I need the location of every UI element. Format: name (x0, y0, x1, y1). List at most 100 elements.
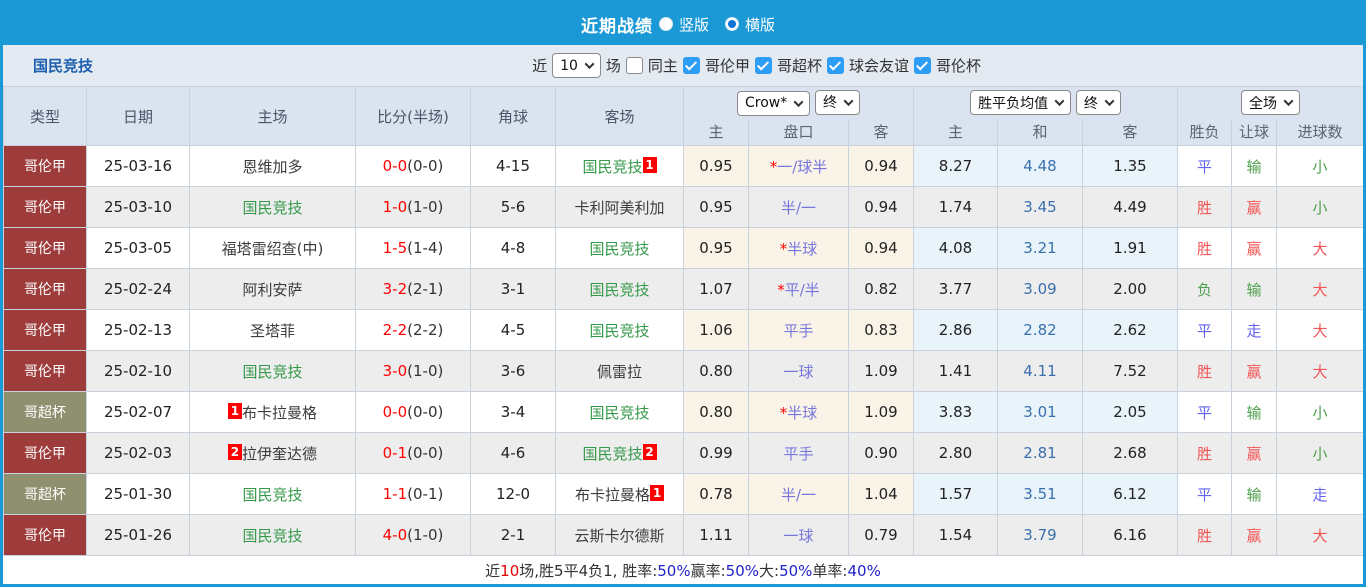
avg-draw: 2.81 (997, 432, 1083, 474)
league-checkbox-3[interactable] (913, 57, 931, 74)
same-home-checkbox[interactable] (625, 57, 643, 74)
result-scope-select[interactable]: 全场 (1241, 90, 1300, 116)
result-handicap: 赢 (1231, 350, 1277, 392)
fulltime-score: 3-2 (382, 280, 408, 298)
league-label-3: 哥伦杯 (935, 57, 981, 75)
sub-header-avg-draw: 和 (997, 118, 1083, 146)
summary-line: 近 10 场,胜5平4负1, 胜率: 50% 赢率: 50% 大: 50% 单率: 40% (3, 556, 1363, 584)
handicap-line: 半球 (787, 239, 818, 258)
table-row: 哥超杯 25-01-30 国民竞技 1-1(0-1) 12-0 布卡拉曼格 1 0… (3, 473, 1363, 515)
odds-home: 1.07 (683, 268, 749, 310)
away-team: 国民竞技 2 (555, 432, 684, 474)
league-badge: 哥伦甲 (3, 145, 87, 187)
star-mark: * (777, 280, 785, 299)
col-header-corner: 角球 (470, 86, 556, 146)
away-team-name: 云斯卡尔德斯 (574, 526, 665, 545)
halftime-score: (0-0) (407, 157, 444, 175)
summary-segment: 场,胜5平4负1, 胜率: (519, 562, 658, 580)
away-team: 国民竞技 1 (555, 145, 684, 187)
chevron-down-icon (584, 59, 595, 70)
match-date: 25-02-10 (86, 350, 190, 392)
table-row: 哥伦甲 25-02-03 2 拉伊奎达德 0-1(0-0) 4-6 国民竞技 2 0… (3, 432, 1363, 474)
rank-badge: 1 (227, 402, 242, 419)
avg-draw: 3.45 (997, 186, 1083, 228)
result-goals: 小 (1276, 186, 1363, 228)
away-team-name: 佩雷拉 (596, 362, 642, 381)
away-team: 佩雷拉 (555, 350, 684, 392)
league-badge: 哥超杯 (3, 473, 87, 515)
odds-home: 1.06 (683, 309, 749, 351)
col-header-home: 主场 (189, 86, 356, 146)
odds-time-select[interactable]: 终 (815, 89, 861, 115)
league-checkbox-0[interactable] (682, 57, 700, 74)
avg-away: 6.12 (1082, 473, 1178, 515)
result-scope-group: 全场 (1177, 86, 1363, 119)
league-label-2: 球会友谊 (848, 57, 909, 75)
chevron-down-icon (843, 95, 854, 106)
match-count-select[interactable]: 10 (552, 53, 601, 78)
away-team-name: 国民竞技 (589, 239, 650, 258)
odds-away: 0.79 (848, 514, 914, 556)
avg-draw: 3.01 (997, 391, 1083, 433)
summary-segment: 大: (759, 562, 780, 580)
corner-count: 3-4 (470, 391, 556, 433)
away-team-name: 国民竞技 (589, 280, 650, 299)
away-team-name: 国民竞技 (582, 444, 643, 463)
avg-source-select[interactable]: 胜平负均值 (970, 90, 1072, 116)
corner-count: 3-6 (470, 350, 556, 392)
rank-badge: 2 (642, 443, 657, 460)
table-row: 哥伦甲 25-02-10 国民竞技 3-0(1-0) 3-6 佩雷拉 0.80 … (3, 350, 1363, 392)
odds-home: 0.95 (683, 227, 749, 269)
halftime-score: (1-0) (407, 198, 444, 216)
sub-header-avg-away: 客 (1082, 118, 1178, 146)
layout-radio-vertical-label[interactable]: 竖版 (679, 14, 709, 35)
odds-away: 0.82 (848, 268, 914, 310)
results-table: 类型 日期 主场 比分(半场) 角球 客场 Crow* 终 胜平负均值 终 全场 (3, 86, 1363, 556)
handicap-cell: 平手 (748, 432, 849, 474)
handicap-cell: 一球 (748, 350, 849, 392)
handicap-line: 一球 (783, 362, 814, 381)
away-team: 卡利阿美利加 (555, 186, 684, 228)
avg-away: 2.62 (1082, 309, 1178, 351)
handicap-line: 半/一 (780, 198, 817, 217)
layout-radio-horizontal-label[interactable]: 横版 (745, 14, 775, 35)
avg-away: 4.49 (1082, 186, 1178, 228)
table-row: 哥超杯 25-02-07 1 布卡拉曼格 0-0(0-0) 3-4 国民竞技 0.… (3, 391, 1363, 433)
league-badge: 哥伦甲 (3, 309, 87, 351)
summary-segment: 单率: (812, 562, 848, 580)
avg-home: 2.86 (913, 309, 998, 351)
away-team-name: 国民竞技 (589, 403, 650, 422)
result-wdl: 负 (1177, 268, 1232, 310)
avg-away: 6.16 (1082, 514, 1178, 556)
result-wdl: 胜 (1177, 186, 1232, 228)
result-goals: 走 (1276, 473, 1363, 515)
table-row: 哥伦甲 25-02-13 圣塔菲 2-2(2-2) 4-5 国民竞技 1.06 … (3, 309, 1363, 351)
table-row: 哥伦甲 25-03-05 福塔雷绍查(中) 1-5(1-4) 4-8 国民竞技 … (3, 227, 1363, 269)
corner-count: 4-8 (470, 227, 556, 269)
avg-time-select[interactable]: 终 (1075, 90, 1121, 116)
title-bar: 近期战绩 竖版 横版 (3, 3, 1363, 45)
table-row: 哥伦甲 25-03-16 恩维加多 0-0(0-0) 4-15 国民竞技 1 0.… (3, 145, 1363, 187)
result-handicap: 赢 (1231, 227, 1277, 269)
league-checkbox-1[interactable] (754, 57, 772, 74)
fulltime-score: 1-5 (382, 239, 408, 257)
result-handicap: 输 (1231, 268, 1277, 310)
layout-radio-horizontal[interactable] (725, 17, 739, 31)
result-goals: 大 (1276, 350, 1363, 392)
league-badge: 哥伦甲 (3, 514, 87, 556)
fulltime-score: 1-0 (382, 198, 408, 216)
same-home-label: 同主 (647, 57, 678, 75)
table-row: 哥伦甲 25-03-10 国民竞技 1-0(1-0) 5-6 卡利阿美利加 0.… (3, 186, 1363, 228)
summary-segment: 10 (500, 561, 520, 580)
avg-draw: 3.21 (997, 227, 1083, 269)
col-header-date: 日期 (86, 86, 190, 146)
league-checkbox-2[interactable] (826, 57, 844, 74)
avg-home: 1.41 (913, 350, 998, 392)
chevron-down-icon (1283, 96, 1294, 107)
sub-header-odds-home: 主 (683, 118, 749, 146)
handicap-cell: *一/球半 (748, 145, 849, 187)
avg-draw: 4.48 (997, 145, 1083, 187)
odds-company-select[interactable]: Crow* (736, 90, 811, 116)
match-date: 25-02-13 (86, 309, 190, 351)
layout-radio-vertical[interactable] (658, 17, 673, 31)
